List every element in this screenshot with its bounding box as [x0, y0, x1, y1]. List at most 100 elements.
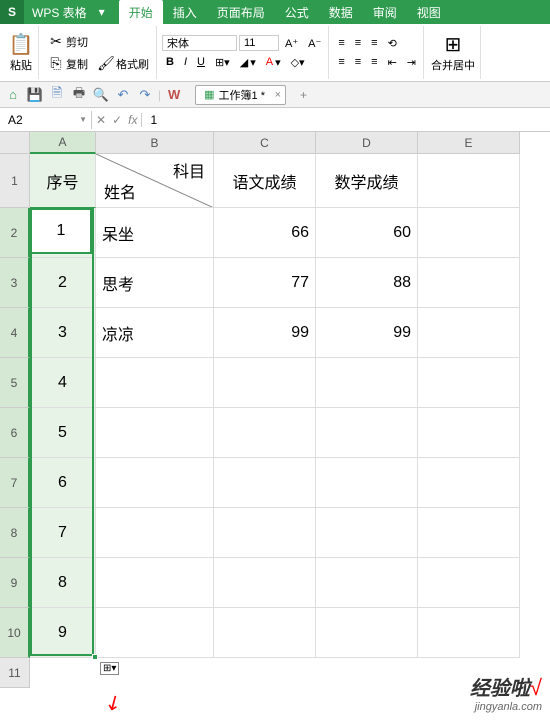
- row-header-11[interactable]: 11: [0, 658, 30, 688]
- tab-formula[interactable]: 公式: [275, 0, 319, 25]
- print-icon[interactable]: 🖶: [70, 86, 88, 104]
- cell-D4[interactable]: 99: [316, 308, 418, 358]
- cell-A5[interactable]: 4: [30, 358, 96, 408]
- cell-C9[interactable]: [214, 558, 316, 608]
- tab-home[interactable]: 开始: [119, 0, 163, 25]
- cell-D2[interactable]: 60: [316, 208, 418, 258]
- cell-C3[interactable]: 77: [214, 258, 316, 308]
- accept-formula-icon[interactable]: ✓: [112, 113, 122, 127]
- font-color-button[interactable]: A▾: [262, 54, 285, 71]
- cell-E7[interactable]: [418, 458, 520, 508]
- col-header-C[interactable]: C: [214, 132, 316, 154]
- cell-D1[interactable]: 数学成绩: [316, 154, 418, 208]
- increase-font-button[interactable]: A⁺: [281, 35, 302, 52]
- cell-A8[interactable]: 7: [30, 508, 96, 558]
- autofill-options-button[interactable]: ⊞▾: [100, 662, 119, 675]
- clear-format-button[interactable]: ◇▾: [287, 54, 309, 71]
- col-header-B[interactable]: B: [96, 132, 214, 154]
- cell-D7[interactable]: [316, 458, 418, 508]
- tab-insert[interactable]: 插入: [163, 0, 207, 25]
- document-tab[interactable]: ▦ 工作簿1 * ×: [195, 85, 286, 105]
- align-left-button[interactable]: ≡: [334, 54, 348, 70]
- cell-B6[interactable]: [96, 408, 214, 458]
- cells-container[interactable]: 序号科目姓名语文成绩数学成绩1呆坐66602思考77883凉凉999945678…: [30, 154, 520, 688]
- cell-A3[interactable]: 2: [30, 258, 96, 308]
- row-header-8[interactable]: 8: [0, 508, 30, 558]
- cell-A4[interactable]: 3: [30, 308, 96, 358]
- fill-color-button[interactable]: ◢▾: [236, 54, 260, 71]
- cell-E4[interactable]: [418, 308, 520, 358]
- cell-D10[interactable]: [316, 608, 418, 658]
- cell-D6[interactable]: [316, 408, 418, 458]
- cell-A6[interactable]: 5: [30, 408, 96, 458]
- print-preview-icon[interactable]: 🔍: [92, 86, 110, 104]
- col-header-A[interactable]: A: [30, 132, 96, 154]
- cell-E5[interactable]: [418, 358, 520, 408]
- redo-icon[interactable]: ↷: [136, 86, 154, 104]
- cell-B8[interactable]: [96, 508, 214, 558]
- merge-center-button[interactable]: ⊞ 合并居中: [429, 31, 477, 75]
- cell-C4[interactable]: 99: [214, 308, 316, 358]
- cell-A9[interactable]: 8: [30, 558, 96, 608]
- border-button[interactable]: ⊞▾: [211, 54, 234, 71]
- cell-B3[interactable]: 思考: [96, 258, 214, 308]
- format-painter-button[interactable]: 🖌格式刷: [94, 54, 153, 74]
- cell-C10[interactable]: [214, 608, 316, 658]
- formula-input[interactable]: 1: [142, 111, 550, 129]
- home-icon[interactable]: ⌂: [4, 86, 22, 104]
- cell-C2[interactable]: 66: [214, 208, 316, 258]
- add-doc-button[interactable]: +: [294, 86, 313, 104]
- italic-button[interactable]: I: [180, 54, 191, 70]
- paste-button[interactable]: 📋 粘贴: [7, 31, 35, 75]
- tab-page-layout[interactable]: 页面布局: [207, 0, 275, 25]
- cell-A2[interactable]: 1: [30, 208, 96, 258]
- row-header-3[interactable]: 3: [0, 258, 30, 308]
- fx-icon[interactable]: fx: [128, 113, 137, 127]
- cell-B2[interactable]: 呆坐: [96, 208, 214, 258]
- cell-D9[interactable]: [316, 558, 418, 608]
- cell-B9[interactable]: [96, 558, 214, 608]
- cell-A7[interactable]: 6: [30, 458, 96, 508]
- cell-D3[interactable]: 88: [316, 258, 418, 308]
- cell-D5[interactable]: [316, 358, 418, 408]
- align-top-button[interactable]: ≡: [334, 35, 348, 51]
- align-middle-button[interactable]: ≡: [351, 35, 365, 51]
- cell-A10[interactable]: 9: [30, 608, 96, 658]
- app-menu-dropdown[interactable]: ▾: [95, 5, 109, 19]
- bold-button[interactable]: B: [162, 54, 178, 70]
- cell-C8[interactable]: [214, 508, 316, 558]
- cell-B5[interactable]: [96, 358, 214, 408]
- align-center-button[interactable]: ≡: [351, 54, 365, 70]
- col-header-D[interactable]: D: [316, 132, 418, 154]
- align-right-button[interactable]: ≡: [367, 54, 381, 70]
- cell-C5[interactable]: [214, 358, 316, 408]
- cell-B1-diagonal[interactable]: 科目姓名: [96, 154, 214, 208]
- indent-increase-button[interactable]: ⇥: [403, 54, 420, 71]
- orientation-button[interactable]: ⟲: [384, 35, 401, 52]
- wps-logo-icon[interactable]: W: [165, 86, 183, 104]
- cell-C7[interactable]: [214, 458, 316, 508]
- cell-A1[interactable]: 序号: [30, 154, 96, 208]
- copy-button[interactable]: ⎘复制: [44, 54, 92, 74]
- tab-review[interactable]: 审阅: [363, 0, 407, 25]
- row-header-7[interactable]: 7: [0, 458, 30, 508]
- cell-E6[interactable]: [418, 408, 520, 458]
- underline-button[interactable]: U: [193, 54, 209, 70]
- row-header-10[interactable]: 10: [0, 608, 30, 658]
- cell-E3[interactable]: [418, 258, 520, 308]
- fill-handle[interactable]: [92, 654, 98, 660]
- cell-C1[interactable]: 语文成绩: [214, 154, 316, 208]
- name-box-dropdown-icon[interactable]: ▼: [79, 115, 87, 124]
- cancel-formula-icon[interactable]: ✕: [96, 113, 106, 127]
- undo-icon[interactable]: ↶: [114, 86, 132, 104]
- close-doc-icon[interactable]: ×: [275, 89, 281, 101]
- font-name-select[interactable]: [162, 35, 237, 51]
- font-size-select[interactable]: [239, 35, 279, 51]
- cut-button[interactable]: ✂剪切: [44, 32, 153, 52]
- decrease-font-button[interactable]: A⁻: [304, 35, 325, 52]
- col-header-E[interactable]: E: [418, 132, 520, 154]
- tab-view[interactable]: 视图: [407, 0, 451, 25]
- cell-B10[interactable]: [96, 608, 214, 658]
- row-header-6[interactable]: 6: [0, 408, 30, 458]
- cell-B4[interactable]: 凉凉: [96, 308, 214, 358]
